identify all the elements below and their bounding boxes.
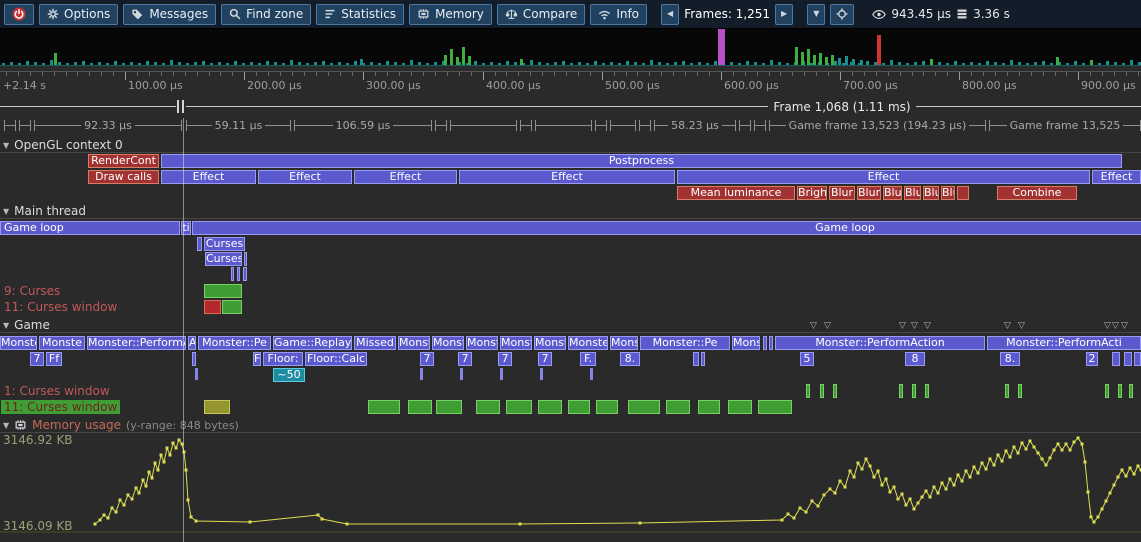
memory-max-label: 3146.92 KB [3,433,73,447]
memory-plot[interactable] [0,0,1141,542]
memory-min-label: 3146.09 KB [3,519,73,533]
profiler-window: OptionsMessagesFind zoneStatisticsMemory… [0,0,1141,542]
frame-boundary-line [183,118,184,542]
